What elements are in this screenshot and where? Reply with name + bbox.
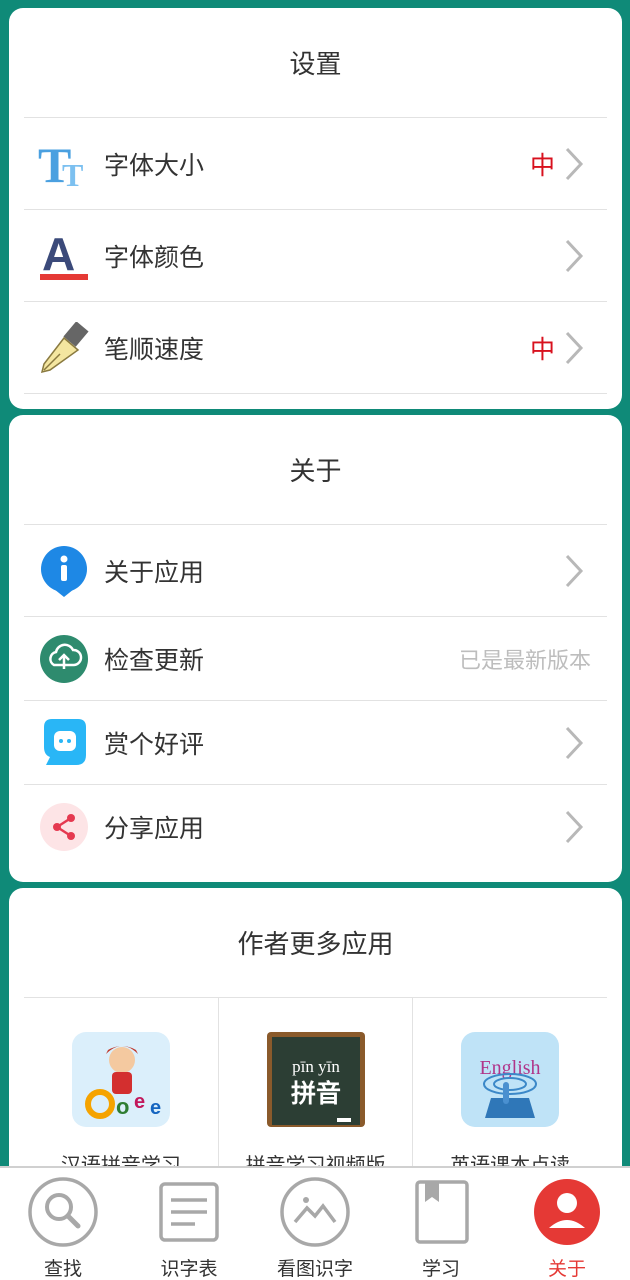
- user-icon: [531, 1176, 603, 1248]
- bottom-nav: 查找 识字表 看图识字 学习 关于: [0, 1166, 630, 1280]
- svg-text:English: English: [480, 1057, 541, 1079]
- font-color-label: 字体颜色: [104, 242, 205, 272]
- chevron-right-icon: [561, 723, 587, 763]
- pinyin-video-app-icon: pīn yīn 拼音: [266, 1032, 365, 1127]
- app-item-english-reader[interactable]: English 英语课本点读: [413, 998, 607, 1178]
- font-color-icon: A: [38, 230, 90, 282]
- stroke-speed-value: 中: [529, 334, 555, 364]
- pen-icon: [38, 321, 90, 374]
- share-icon: [38, 801, 90, 853]
- font-size-value: 中: [529, 150, 555, 180]
- tab-label: 查找: [43, 1258, 82, 1280]
- font-color-row[interactable]: A 字体颜色: [24, 210, 607, 302]
- update-status: 已是最新版本: [458, 648, 591, 674]
- chevron-right-icon: [561, 328, 587, 368]
- tab-search[interactable]: 查找: [0, 1168, 126, 1280]
- image-icon: [279, 1176, 351, 1248]
- tab-picture-literacy[interactable]: 看图识字: [252, 1168, 378, 1280]
- share-app-label: 分享应用: [104, 814, 205, 843]
- svg-text:e: e: [150, 1097, 161, 1119]
- rate-app-label: 赏个好评: [104, 729, 205, 759]
- svg-text:o: o: [116, 1094, 129, 1119]
- font-size-label: 字体大小: [104, 150, 205, 180]
- about-title: 关于: [24, 415, 607, 525]
- chevron-right-icon: [561, 236, 587, 276]
- list-icon: [153, 1176, 225, 1248]
- check-update-label: 检查更新: [104, 645, 205, 675]
- svg-text:pīn yīn: pīn yīn: [292, 1057, 340, 1076]
- font-size-icon: T T: [38, 138, 90, 190]
- svg-text:A: A: [42, 230, 75, 280]
- svg-text:拼音: 拼音: [290, 1079, 340, 1108]
- english-reader-app-icon: English: [461, 1032, 560, 1127]
- app-item-pinyin-learning[interactable]: o e e 汉语拼音学习: [24, 998, 219, 1178]
- tab-study[interactable]: 学习: [378, 1168, 504, 1280]
- cloud-upload-icon: [38, 633, 90, 685]
- chevron-right-icon: [561, 807, 587, 847]
- more-apps-card: 作者更多应用 o e e 汉语拼音学习 pīn yīn 拼音 拼音学习视频版 E…: [9, 888, 622, 1188]
- tab-label: 学习: [421, 1258, 460, 1280]
- stroke-speed-label: 笔顺速度: [104, 334, 205, 364]
- tab-label: 识字表: [160, 1258, 218, 1280]
- settings-title: 设置: [24, 8, 607, 118]
- tab-label: 关于: [547, 1258, 586, 1280]
- share-app-row[interactable]: 分享应用: [24, 785, 607, 869]
- more-apps-title: 作者更多应用: [24, 888, 607, 998]
- font-size-row[interactable]: T T 字体大小 中: [24, 118, 607, 210]
- info-icon: [38, 545, 90, 597]
- check-update-row[interactable]: 检查更新 已是最新版本: [24, 617, 607, 701]
- apps-grid: o e e 汉语拼音学习 pīn yīn 拼音 拼音学习视频版 English …: [24, 998, 607, 1178]
- about-app-row[interactable]: 关于应用: [24, 525, 607, 617]
- chevron-right-icon: [561, 551, 587, 591]
- about-app-label: 关于应用: [104, 557, 205, 587]
- chat-bubble-icon: [38, 717, 90, 769]
- search-icon: [27, 1176, 99, 1248]
- tab-about[interactable]: 关于: [504, 1168, 630, 1280]
- about-card: 关于 关于应用 检查更新 已是最新版本 赏个好评 分享应用: [9, 415, 622, 882]
- stroke-speed-row[interactable]: 笔顺速度 中: [24, 302, 607, 394]
- rate-app-row[interactable]: 赏个好评: [24, 701, 607, 785]
- book-icon: [405, 1176, 477, 1248]
- pinyin-learning-app-icon: o e e: [71, 1032, 170, 1127]
- tab-label: 看图识字: [276, 1258, 353, 1280]
- svg-text:T: T: [62, 157, 83, 190]
- svg-text:e: e: [134, 1091, 145, 1113]
- app-item-pinyin-video[interactable]: pīn yīn 拼音 拼音学习视频版: [219, 998, 414, 1178]
- chevron-right-icon: [561, 144, 587, 184]
- settings-card: 设置 T T 字体大小 中 A 字体颜色 笔顺速度 中: [9, 8, 622, 409]
- tab-character-list[interactable]: 识字表: [126, 1168, 252, 1280]
